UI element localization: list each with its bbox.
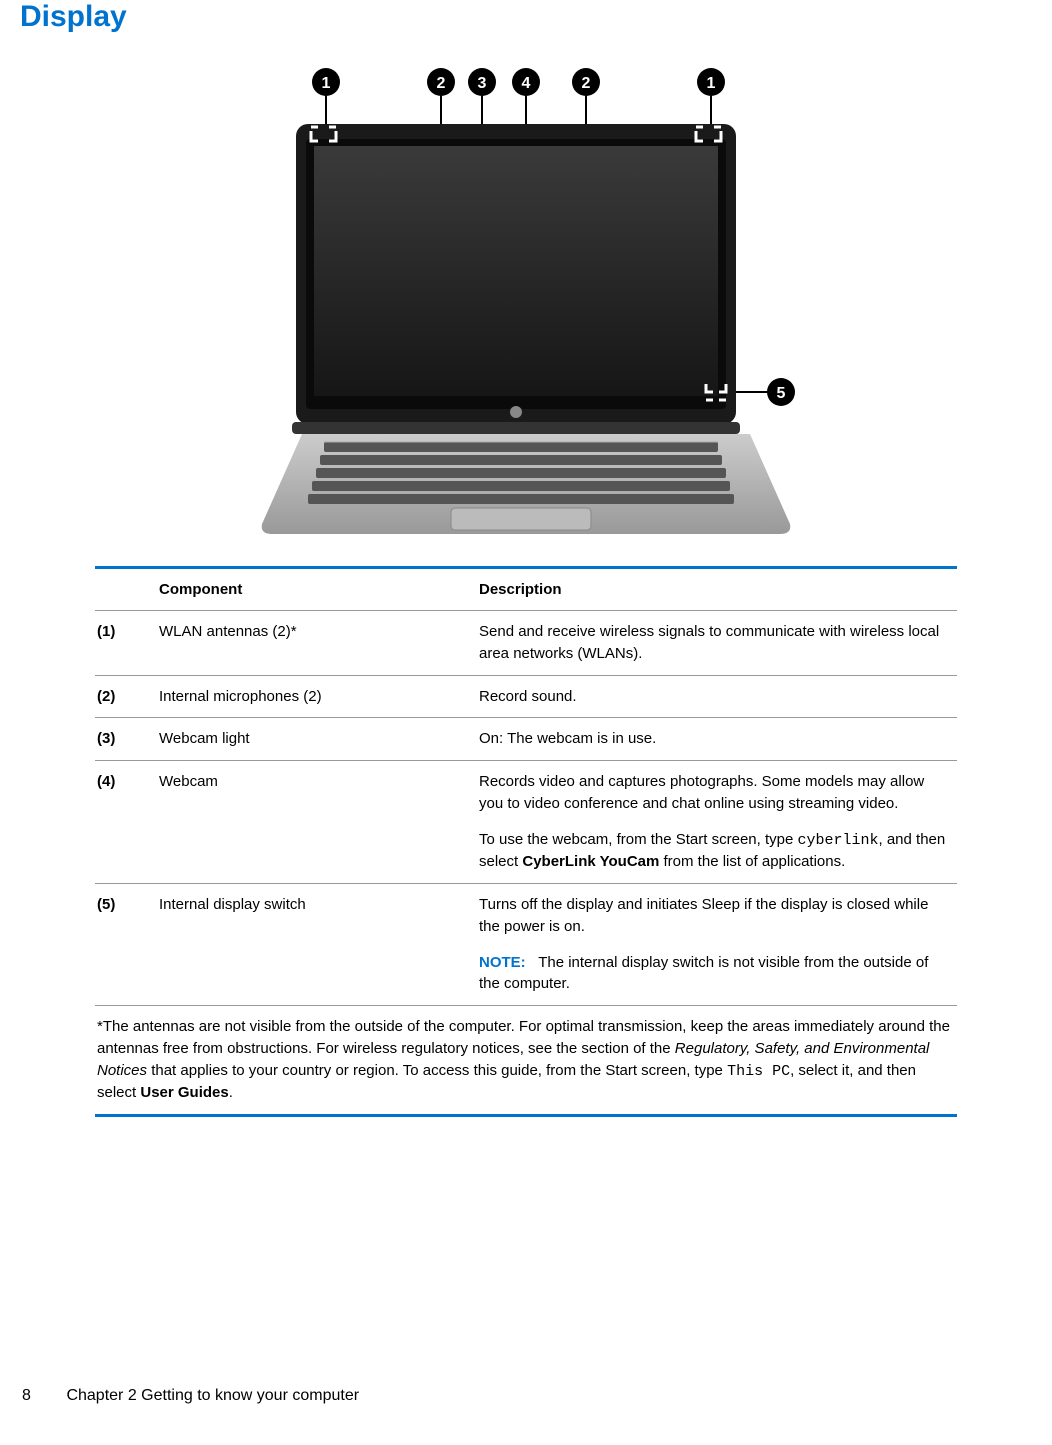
row-component: Internal microphones (2) [157, 675, 477, 718]
display-diagram: 1 2 3 4 2 [95, 44, 957, 544]
callout-2: 2 [437, 75, 446, 92]
row-description: On: The webcam is in use. [477, 718, 957, 761]
row-description: Record sound. [477, 675, 957, 718]
desc-text: Records video and captures photographs. … [479, 771, 951, 815]
section-heading: Display [20, 0, 957, 34]
desc-text: Turns off the display and initiates Slee… [479, 894, 951, 938]
callout-5: 5 [777, 385, 786, 402]
table-header-description: Description [477, 568, 957, 611]
row-num: (5) [95, 884, 157, 1006]
page-footer: 8 Chapter 2 Getting to know your compute… [22, 1387, 359, 1405]
desc-text: Record sound. [479, 686, 951, 708]
callout-1: 1 [322, 75, 331, 92]
row-component: Webcam [157, 761, 477, 884]
table-header-component: Component [157, 568, 477, 611]
page-number: 8 [22, 1387, 62, 1405]
row-description: Send and receive wireless signals to com… [477, 611, 957, 676]
row-num: (3) [95, 718, 157, 761]
desc-text: To use the webcam, from the Start screen… [479, 829, 951, 874]
chapter-title: Chapter 2 Getting to know your computer [66, 1387, 359, 1404]
note-text: NOTE: The internal display switch is not… [479, 952, 951, 996]
table-header-blank [95, 568, 157, 611]
row-num: (4) [95, 761, 157, 884]
callout-2b: 2 [582, 75, 591, 92]
table-row: (1) WLAN antennas (2)* Send and receive … [95, 611, 957, 676]
table-footnote-row: *The antennas are not visible from the o… [95, 1006, 957, 1116]
row-description: Records video and captures photographs. … [477, 761, 957, 884]
row-component: Webcam light [157, 718, 477, 761]
row-description: Turns off the display and initiates Slee… [477, 884, 957, 1006]
desc-text: On: The webcam is in use. [479, 728, 951, 750]
table-row: (4) Webcam Records video and captures ph… [95, 761, 957, 884]
callout-3: 3 [478, 75, 487, 92]
callout-4: 4 [522, 75, 531, 92]
callout-1b: 1 [707, 75, 716, 92]
table-row: (3) Webcam light On: The webcam is in us… [95, 718, 957, 761]
table-row: (5) Internal display switch Turns off th… [95, 884, 957, 1006]
footnote-text: *The antennas are not visible from the o… [95, 1006, 957, 1116]
row-component: WLAN antennas (2)* [157, 611, 477, 676]
row-component: Internal display switch [157, 884, 477, 1006]
desc-text: Send and receive wireless signals to com… [479, 621, 951, 665]
component-table: Component Description (1) WLAN antennas … [95, 566, 957, 1117]
row-num: (2) [95, 675, 157, 718]
table-row: (2) Internal microphones (2) Record soun… [95, 675, 957, 718]
row-num: (1) [95, 611, 157, 676]
